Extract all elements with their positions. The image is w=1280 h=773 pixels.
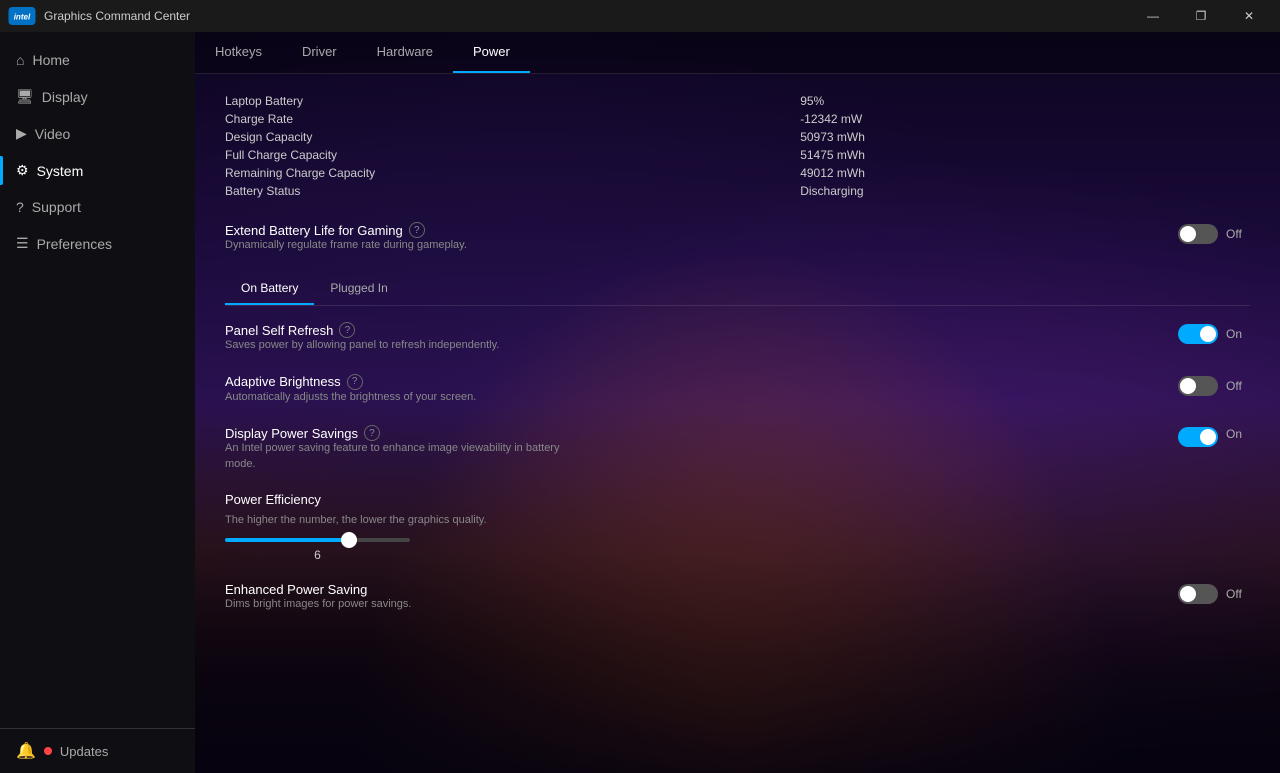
power-efficiency-slider-container[interactable]: 6 bbox=[225, 538, 1250, 562]
updates-label: Updates bbox=[60, 744, 108, 759]
remaining-value: 49012 mWh bbox=[800, 166, 1250, 180]
extend-battery-help-icon[interactable]: ? bbox=[409, 222, 425, 238]
charge-rate-value: -12342 mW bbox=[800, 112, 1250, 126]
titlebar-left: intel Graphics Command Center bbox=[8, 7, 190, 25]
display-power-savings-help-icon[interactable]: ? bbox=[364, 425, 380, 441]
power-efficiency-slider-track[interactable] bbox=[225, 538, 410, 542]
content-inner: Hotkeys Driver Hardware Power Laptop Bat… bbox=[195, 32, 1280, 773]
tab-hardware[interactable]: Hardware bbox=[357, 32, 453, 73]
power-efficiency-setting: Power Efficiency The higher the number, … bbox=[225, 492, 1250, 562]
full-charge-label: Full Charge Capacity bbox=[225, 148, 760, 162]
sidebar-item-preferences[interactable]: ☰ Preferences bbox=[0, 225, 195, 262]
sidebar: ⌂ Home 🖥 Display ▶ Video ⚙ System ? Supp… bbox=[0, 32, 195, 773]
sidebar-nav: ⌂ Home 🖥 Display ▶ Video ⚙ System ? Supp… bbox=[0, 42, 195, 728]
restore-button[interactable]: ❐ bbox=[1178, 0, 1224, 32]
display-power-savings-setting: Display Power Savings ? An Intel power s… bbox=[225, 425, 1250, 472]
sidebar-item-home[interactable]: ⌂ Home bbox=[0, 42, 195, 78]
content-area: Hotkeys Driver Hardware Power Laptop Bat… bbox=[195, 32, 1280, 773]
svg-text:intel: intel bbox=[14, 13, 31, 22]
power-efficiency-desc: The higher the number, the lower the gra… bbox=[225, 513, 575, 528]
sidebar-label-system: System bbox=[37, 163, 84, 179]
bell-icon: 🔔 bbox=[16, 741, 36, 761]
sidebar-item-system[interactable]: ⚙ System bbox=[0, 152, 195, 189]
sidebar-label-video: Video bbox=[35, 126, 71, 142]
extend-battery-setting: Extend Battery Life for Gaming ? Dynamic… bbox=[225, 222, 1250, 253]
laptop-battery-value: 95% bbox=[800, 94, 1250, 108]
panel-self-refresh-toggle[interactable] bbox=[1178, 324, 1218, 344]
adaptive-brightness-setting: Adaptive Brightness ? Automatically adju… bbox=[225, 374, 1250, 405]
tab-hotkeys[interactable]: Hotkeys bbox=[195, 32, 282, 73]
power-efficiency-value: 6 bbox=[225, 548, 410, 562]
sidebar-item-video[interactable]: ▶ Video bbox=[0, 115, 195, 152]
remaining-label: Remaining Charge Capacity bbox=[225, 166, 760, 180]
minimize-button[interactable]: — bbox=[1130, 0, 1176, 32]
enhanced-power-saving-toggle[interactable] bbox=[1178, 584, 1218, 604]
sidebar-label-support: Support bbox=[32, 199, 81, 215]
extend-battery-toggle-label: Off bbox=[1226, 227, 1250, 241]
app-title: Graphics Command Center bbox=[44, 9, 190, 23]
sub-tab-on-battery[interactable]: On Battery bbox=[225, 273, 314, 305]
support-icon: ? bbox=[16, 199, 24, 215]
home-icon: ⌂ bbox=[16, 52, 24, 68]
close-button[interactable]: ✕ bbox=[1226, 0, 1272, 32]
enhanced-power-saving-desc: Dims bright images for power savings. bbox=[225, 597, 575, 612]
design-capacity-value: 50973 mWh bbox=[800, 130, 1250, 144]
battery-status-value: Discharging bbox=[800, 184, 1250, 198]
notification-dot bbox=[44, 747, 52, 755]
enhanced-power-saving-toggle-label: Off bbox=[1226, 587, 1250, 601]
display-power-savings-desc: An Intel power saving feature to enhance… bbox=[225, 441, 575, 472]
battery-sub-tabs: On Battery Plugged In bbox=[225, 273, 1250, 306]
tab-driver[interactable]: Driver bbox=[282, 32, 357, 73]
power-efficiency-slider-fill bbox=[225, 538, 349, 542]
adaptive-brightness-toggle-label: Off bbox=[1226, 379, 1250, 393]
panel-self-refresh-help-icon[interactable]: ? bbox=[339, 322, 355, 338]
battery-status-label: Battery Status bbox=[225, 184, 760, 198]
sidebar-item-display[interactable]: 🖥 Display bbox=[0, 78, 195, 115]
display-icon: 🖥 bbox=[16, 88, 34, 105]
panel-self-refresh-title: Panel Self Refresh bbox=[225, 323, 333, 338]
power-efficiency-title: Power Efficiency bbox=[225, 492, 321, 507]
adaptive-brightness-title: Adaptive Brightness bbox=[225, 374, 341, 389]
titlebar-controls: — ❐ ✕ bbox=[1130, 0, 1272, 32]
full-charge-value: 51475 mWh bbox=[800, 148, 1250, 162]
panel-self-refresh-toggle-label: On bbox=[1226, 327, 1250, 341]
sidebar-label-display: Display bbox=[42, 89, 88, 105]
adaptive-brightness-help-icon[interactable]: ? bbox=[347, 374, 363, 390]
design-capacity-label: Design Capacity bbox=[225, 130, 760, 144]
enhanced-power-saving-title: Enhanced Power Saving bbox=[225, 582, 367, 597]
sidebar-item-support[interactable]: ? Support bbox=[0, 189, 195, 225]
display-power-savings-toggle-label: On bbox=[1226, 427, 1250, 441]
main-tabs: Hotkeys Driver Hardware Power bbox=[195, 32, 1280, 74]
video-icon: ▶ bbox=[16, 125, 27, 142]
tab-power[interactable]: Power bbox=[453, 32, 530, 73]
preferences-icon: ☰ bbox=[16, 235, 29, 252]
adaptive-brightness-desc: Automatically adjusts the brightness of … bbox=[225, 390, 575, 405]
display-power-savings-title: Display Power Savings bbox=[225, 426, 358, 441]
panel-self-refresh-setting: Panel Self Refresh ? Saves power by allo… bbox=[225, 322, 1250, 353]
laptop-battery-label: Laptop Battery bbox=[225, 94, 760, 108]
sidebar-label-home: Home bbox=[32, 52, 69, 68]
sidebar-updates[interactable]: 🔔 Updates bbox=[0, 728, 195, 773]
intel-logo-icon: intel bbox=[8, 7, 36, 25]
sub-tab-plugged-in[interactable]: Plugged In bbox=[314, 273, 403, 305]
adaptive-brightness-toggle[interactable] bbox=[1178, 376, 1218, 396]
extend-battery-title: Extend Battery Life for Gaming bbox=[225, 223, 403, 238]
system-icon: ⚙ bbox=[16, 162, 29, 179]
extend-battery-toggle[interactable] bbox=[1178, 224, 1218, 244]
titlebar: intel Graphics Command Center — ❐ ✕ bbox=[0, 0, 1280, 32]
sidebar-label-preferences: Preferences bbox=[37, 236, 112, 252]
enhanced-power-saving-setting: Enhanced Power Saving Dims bright images… bbox=[225, 582, 1250, 612]
app-body: ⌂ Home 🖥 Display ▶ Video ⚙ System ? Supp… bbox=[0, 32, 1280, 773]
panel-self-refresh-desc: Saves power by allowing panel to refresh… bbox=[225, 338, 575, 353]
power-content[interactable]: Laptop Battery 95% Charge Rate -12342 mW… bbox=[195, 74, 1280, 773]
charge-rate-label: Charge Rate bbox=[225, 112, 760, 126]
extend-battery-desc: Dynamically regulate frame rate during g… bbox=[225, 238, 575, 253]
power-efficiency-slider-thumb[interactable] bbox=[341, 532, 357, 548]
display-power-savings-toggle[interactable] bbox=[1178, 427, 1218, 447]
battery-info: Laptop Battery 95% Charge Rate -12342 mW… bbox=[225, 94, 1250, 198]
